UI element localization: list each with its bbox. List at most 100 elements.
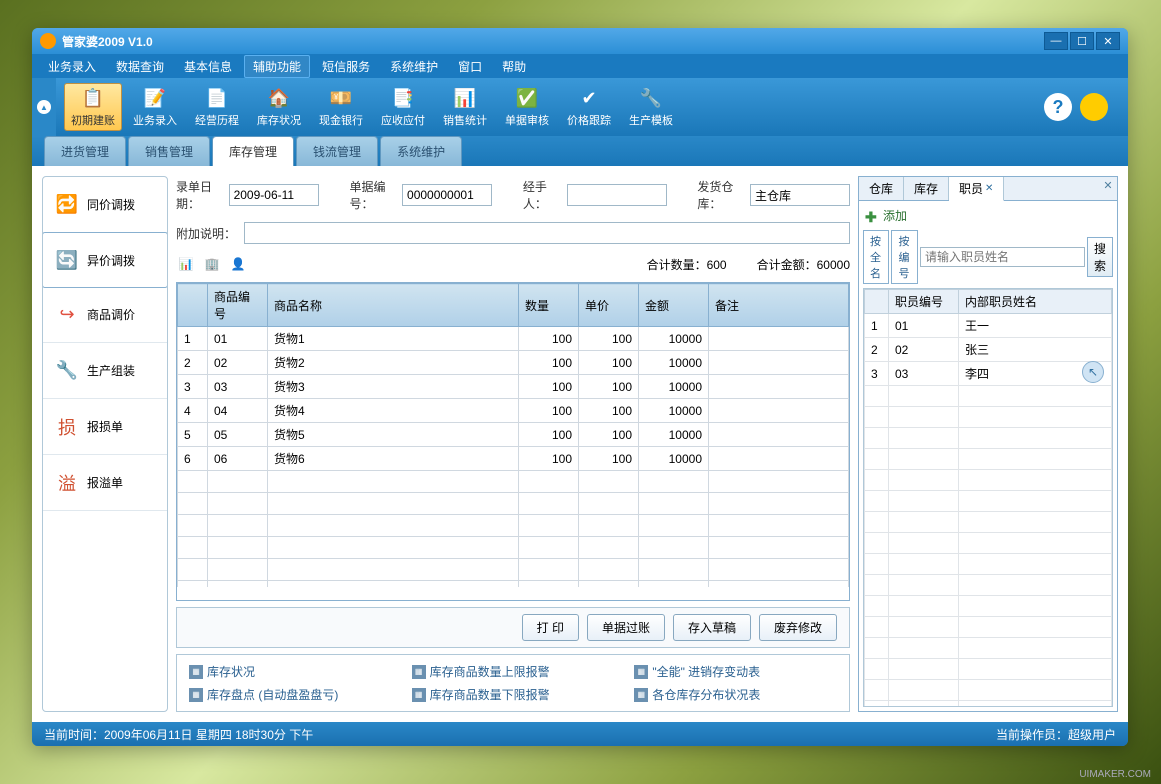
table-row[interactable] — [865, 512, 1112, 533]
handler-input[interactable] — [567, 184, 667, 206]
print-button[interactable]: 打 印 — [522, 614, 579, 641]
toolbar-button[interactable]: 📄经营历程 — [188, 83, 246, 131]
table-row[interactable]: 202货物210010010000 — [178, 351, 849, 375]
maximize-button[interactable]: ☐ — [1070, 32, 1094, 50]
menu-item[interactable]: 帮助 — [494, 56, 534, 77]
table-row[interactable] — [178, 559, 849, 581]
table-row[interactable]: 303货物310010010000 — [178, 375, 849, 399]
sidebar-item[interactable]: 🔄异价调拨 — [42, 232, 168, 288]
minimize-button[interactable]: — — [1044, 32, 1068, 50]
sidebar-item[interactable]: 🔧生产组装 — [43, 343, 167, 399]
toolbar-button[interactable]: 📝业务录入 — [126, 83, 184, 131]
post-button[interactable]: 单据过账 — [587, 614, 665, 641]
sidebar-item[interactable]: 溢报溢单 — [43, 455, 167, 511]
toolbar-button[interactable]: 📋初期建账 — [64, 83, 122, 131]
menu-item[interactable]: 数据查询 — [108, 56, 172, 77]
panel-close-icon[interactable]: ✕ — [1101, 179, 1115, 193]
grid-header[interactable] — [178, 284, 208, 327]
sidebar-item[interactable]: 损报损单 — [43, 399, 167, 455]
toolbar-button[interactable]: ✅单据审核 — [498, 83, 556, 131]
table-row[interactable] — [865, 554, 1112, 575]
grid-header[interactable]: 职员编号 — [889, 290, 959, 314]
menu-item[interactable]: 系统维护 — [382, 56, 446, 77]
table-row[interactable] — [865, 701, 1112, 708]
main-tab[interactable]: 销售管理 — [128, 136, 210, 166]
table-row[interactable]: 505货物510010010000 — [178, 423, 849, 447]
panel-tab[interactable]: 仓库 — [859, 177, 904, 200]
scroll-arrow-icon[interactable]: ↖ — [1082, 361, 1104, 383]
date-input[interactable] — [229, 184, 319, 206]
grid-header[interactable]: 备注 — [709, 284, 849, 327]
table-row[interactable] — [865, 407, 1112, 428]
table-row[interactable] — [178, 493, 849, 515]
toolbar-button[interactable]: 📑应收应付 — [374, 83, 432, 131]
table-row[interactable] — [865, 491, 1112, 512]
main-tab[interactable]: 钱流管理 — [296, 136, 378, 166]
table-row[interactable] — [865, 659, 1112, 680]
toolbar-collapse-button[interactable]: ▲ — [32, 78, 56, 136]
warehouse-input[interactable] — [750, 184, 850, 206]
toolbar-button[interactable]: 💴现金银行 — [312, 83, 370, 131]
quick-link[interactable]: ▦各仓库存分布状况表 — [634, 686, 837, 703]
table-row[interactable] — [865, 449, 1112, 470]
quick-link[interactable]: ▦"全能" 进销存变动表 — [634, 663, 837, 680]
table-row[interactable] — [865, 617, 1112, 638]
table-row[interactable] — [865, 533, 1112, 554]
grid-header[interactable]: 金额 — [639, 284, 709, 327]
grid-header[interactable]: 商品名称 — [268, 284, 519, 327]
table-row[interactable]: 404货物410010010000 — [178, 399, 849, 423]
help-icon[interactable]: ? — [1044, 93, 1072, 121]
add-button[interactable]: ✚ 添加 — [863, 205, 1113, 226]
quick-link[interactable]: ▦库存盘点 (自动盘盈盘亏) — [189, 686, 392, 703]
grid-header[interactable]: 单价 — [579, 284, 639, 327]
table-row[interactable] — [865, 386, 1112, 407]
building-icon[interactable]: 🏢 — [202, 254, 222, 274]
main-tab[interactable]: 库存管理 — [212, 136, 294, 166]
table-row[interactable] — [865, 638, 1112, 659]
main-tab[interactable]: 进货管理 — [44, 136, 126, 166]
toolbar-button[interactable]: 🏠库存状况 — [250, 83, 308, 131]
filter-code-button[interactable]: 按编号 — [891, 230, 917, 284]
close-button[interactable]: ✕ — [1096, 32, 1120, 50]
table-row[interactable] — [865, 428, 1112, 449]
panel-tab[interactable]: 职员✕ — [949, 177, 1004, 201]
table-row[interactable] — [178, 537, 849, 559]
table-row[interactable] — [865, 596, 1112, 617]
sidebar-item[interactable]: ↪商品调价 — [43, 287, 167, 343]
brand-logo-icon[interactable] — [1080, 93, 1108, 121]
filter-fullname-button[interactable]: 按全名 — [863, 230, 889, 284]
table-row[interactable] — [865, 680, 1112, 701]
menu-item[interactable]: 业务录入 — [40, 56, 104, 77]
table-row[interactable] — [178, 581, 849, 588]
discard-button[interactable]: 废弃修改 — [759, 614, 837, 641]
menu-item[interactable]: 短信服务 — [314, 56, 378, 77]
tab-close-icon[interactable]: ✕ — [985, 183, 993, 194]
main-tab[interactable]: 系统维护 — [380, 136, 462, 166]
draft-button[interactable]: 存入草稿 — [673, 614, 751, 641]
quick-link[interactable]: ▦库存商品数量下限报警 — [412, 686, 615, 703]
table-row[interactable]: 202张三 — [865, 338, 1112, 362]
goods-grid[interactable]: 商品编号商品名称数量单价金额备注101货物110010010000202货物21… — [176, 282, 850, 601]
grid-header[interactable] — [865, 290, 889, 314]
panel-tab[interactable]: 库存 — [904, 177, 949, 200]
grid-header[interactable]: 商品编号 — [208, 284, 268, 327]
grid-icon[interactable]: 📊 — [176, 254, 196, 274]
toolbar-button[interactable]: 🔧生产模板 — [622, 83, 680, 131]
menu-item[interactable]: 基本信息 — [176, 56, 240, 77]
table-row[interactable] — [178, 515, 849, 537]
grid-header[interactable]: 数量 — [519, 284, 579, 327]
grid-header[interactable]: 内部职员姓名 — [959, 290, 1112, 314]
employee-grid[interactable]: 职员编号内部职员姓名101王一202张三303李四 — [864, 289, 1112, 707]
sidebar-item[interactable]: 🔁同价调拨 — [43, 177, 167, 233]
table-row[interactable]: 101王一 — [865, 314, 1112, 338]
table-row[interactable]: 101货物110010010000 — [178, 327, 849, 351]
table-row[interactable] — [865, 470, 1112, 491]
menu-item[interactable]: 辅助功能 — [244, 55, 310, 78]
menu-item[interactable]: 窗口 — [450, 56, 490, 77]
table-row[interactable] — [178, 471, 849, 493]
toolbar-button[interactable]: 📊销售统计 — [436, 83, 494, 131]
titlebar[interactable]: 管家婆2009 V1.0 — ☐ ✕ — [32, 28, 1128, 54]
toolbar-button[interactable]: ✔价格跟踪 — [560, 83, 618, 131]
table-row[interactable]: 606货物610010010000 — [178, 447, 849, 471]
docno-input[interactable] — [402, 184, 492, 206]
